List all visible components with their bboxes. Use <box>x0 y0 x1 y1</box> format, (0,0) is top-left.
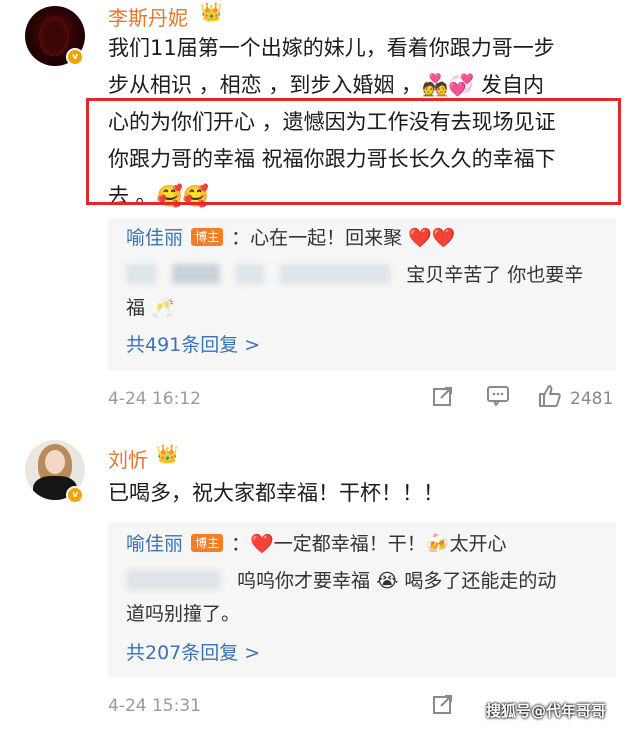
reply-text: 呜呜你才要幸福 😭 喝多了还能走的动 <box>237 570 557 592</box>
reply-line: 道吗别撞了。 <box>126 603 241 625</box>
blurred-username <box>126 570 221 590</box>
reply-panel: 喻佳丽 博主 ：❤️一定都幸福！干！🍻太开心 呜呜你才要幸福 😭 喝多了还能走的… <box>108 522 616 677</box>
watermark: 搜狐号@代年哥哥 <box>486 702 607 720</box>
username[interactable]: 刘忻 <box>108 444 148 473</box>
host-badge: 博主 <box>191 534 224 552</box>
comment-text: 已喝多，祝大家都幸福！干杯！！！ <box>108 475 618 512</box>
verified-badge-icon: v <box>66 486 84 504</box>
reply-line: 喻佳丽 博主 ：❤️一定都幸福！干！🍻太开心 <box>126 528 606 560</box>
reply-username[interactable]: 喻佳丽 <box>126 533 183 555</box>
timestamp: 4-24 15:31 <box>108 696 201 716</box>
more-replies-link[interactable]: 共207条回复 > <box>126 638 260 665</box>
reply-line: 呜呜你才要幸福 😭 喝多了还能走的动 <box>126 565 606 597</box>
comment-line: 已喝多，祝大家都幸福！干杯！！！ <box>108 481 444 505</box>
reply-text: ：❤️一定都幸福！干！🍻太开心 <box>231 533 507 555</box>
comment-2: v 刘忻 👑 已喝多，祝大家都幸福！干杯！！！ 喻佳丽 博主 ：❤️一定都幸福！… <box>0 0 627 729</box>
crown-icon: 👑 <box>156 444 179 465</box>
share-icon[interactable] <box>432 693 454 721</box>
